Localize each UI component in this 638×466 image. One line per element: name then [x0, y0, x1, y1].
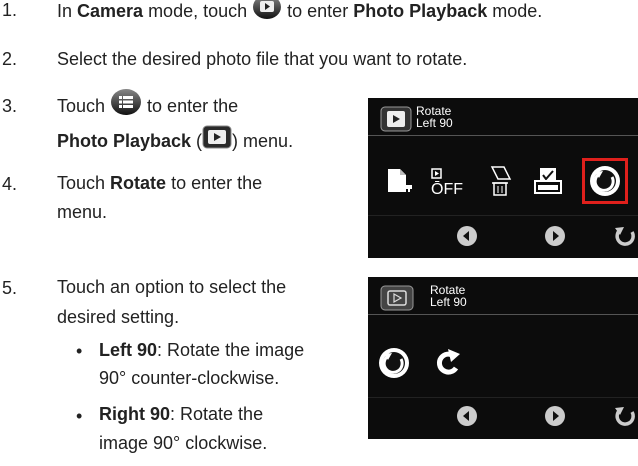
next-arrow-icon[interactable] [544, 405, 566, 432]
screen-1-subtitle: Left 90 [416, 116, 453, 130]
step-1-text: In Camera mode, touch to enter Photo Pla… [57, 0, 542, 30]
bullet-dot: • [76, 406, 83, 426]
step-1-part: to enter [282, 0, 354, 21]
step-1-camera: Camera [77, 0, 144, 21]
playback-mode-icon [380, 285, 414, 316]
playback-mode-icon [202, 125, 232, 159]
step-1-number: 1. [2, 0, 18, 20]
screen-2-subtitle: Left 90 [430, 295, 467, 309]
step-1-part: mode, touch [143, 0, 253, 21]
svg-text:ŌFF: ŌFF [431, 180, 463, 197]
slideshow-off-icon[interactable]: ŌFF [430, 167, 466, 202]
step-4-part: to enter the [166, 173, 263, 193]
step-3-part: Touch [57, 95, 111, 116]
step-4-part: Touch [57, 173, 111, 193]
step-2-text: Select the desired photo file that you w… [57, 49, 468, 69]
delete-file-icon[interactable] [486, 165, 514, 202]
screen-divider [368, 215, 638, 216]
previous-arrow-icon[interactable] [456, 405, 478, 432]
bullet-right-line-2: image 90° clockwise. [99, 433, 268, 453]
screen-divider [368, 397, 638, 398]
step-1-part: mode. [487, 0, 543, 21]
bullet-right-rest: : Rotate the [170, 404, 264, 424]
protect-file-icon[interactable] [384, 166, 414, 201]
step-3-part: to enter the [142, 95, 239, 116]
step-4-line-1: Touch Rotate to enter the [57, 167, 262, 199]
previous-arrow-icon[interactable] [456, 225, 478, 252]
screen-divider [368, 135, 638, 136]
step-4-number: 4. [2, 174, 18, 194]
step-5-line-2: desired setting. [57, 307, 180, 327]
step-3-line-2: Photo Playback ( ) menu. [57, 125, 293, 159]
step-1-part: In [57, 0, 78, 21]
step-5-number: 5. [2, 278, 18, 298]
next-arrow-icon[interactable] [544, 225, 566, 252]
step-4-rotate: Rotate [110, 173, 167, 193]
menu-button-icon [110, 88, 142, 126]
step-2-number: 2. [2, 49, 18, 69]
step-3-part: ( [191, 131, 203, 151]
bullet-right-label: Right 90 [99, 404, 171, 424]
step-3-playback: Photo Playback [57, 131, 192, 151]
return-icon[interactable] [612, 403, 638, 434]
print-icon[interactable] [532, 165, 564, 202]
rotate-option-highlighted[interactable] [582, 158, 628, 209]
rotate-left-icon[interactable] [376, 345, 412, 386]
step-3-line-1: Touch to enter the [57, 88, 238, 126]
step-4-line-2: menu. [57, 202, 108, 222]
step-3-part: ) menu. [232, 131, 294, 151]
bullet-right-line-1: Right 90: Rotate the [99, 398, 263, 430]
step-5-line-1: Touch an option to select the [57, 277, 287, 297]
playback-button-icon [252, 0, 282, 30]
step-3-number: 3. [2, 96, 18, 116]
bullet-left-line-2: 90° counter-clockwise. [99, 368, 280, 388]
camera-screen-menu: Rotate Left 90 ŌFF [368, 98, 638, 258]
return-icon[interactable] [612, 223, 638, 254]
camera-screen-rotate: Rotate Left 90 [368, 277, 638, 439]
rotate-right-icon[interactable] [434, 346, 464, 383]
bullet-dot: • [76, 341, 83, 361]
bullet-left-label: Left 90 [99, 340, 158, 360]
bullet-left-rest: : Rotate the image [157, 340, 305, 360]
screen-divider [368, 314, 638, 315]
playback-mode-icon [380, 106, 412, 137]
step-1-playback: Photo Playback [353, 0, 488, 21]
